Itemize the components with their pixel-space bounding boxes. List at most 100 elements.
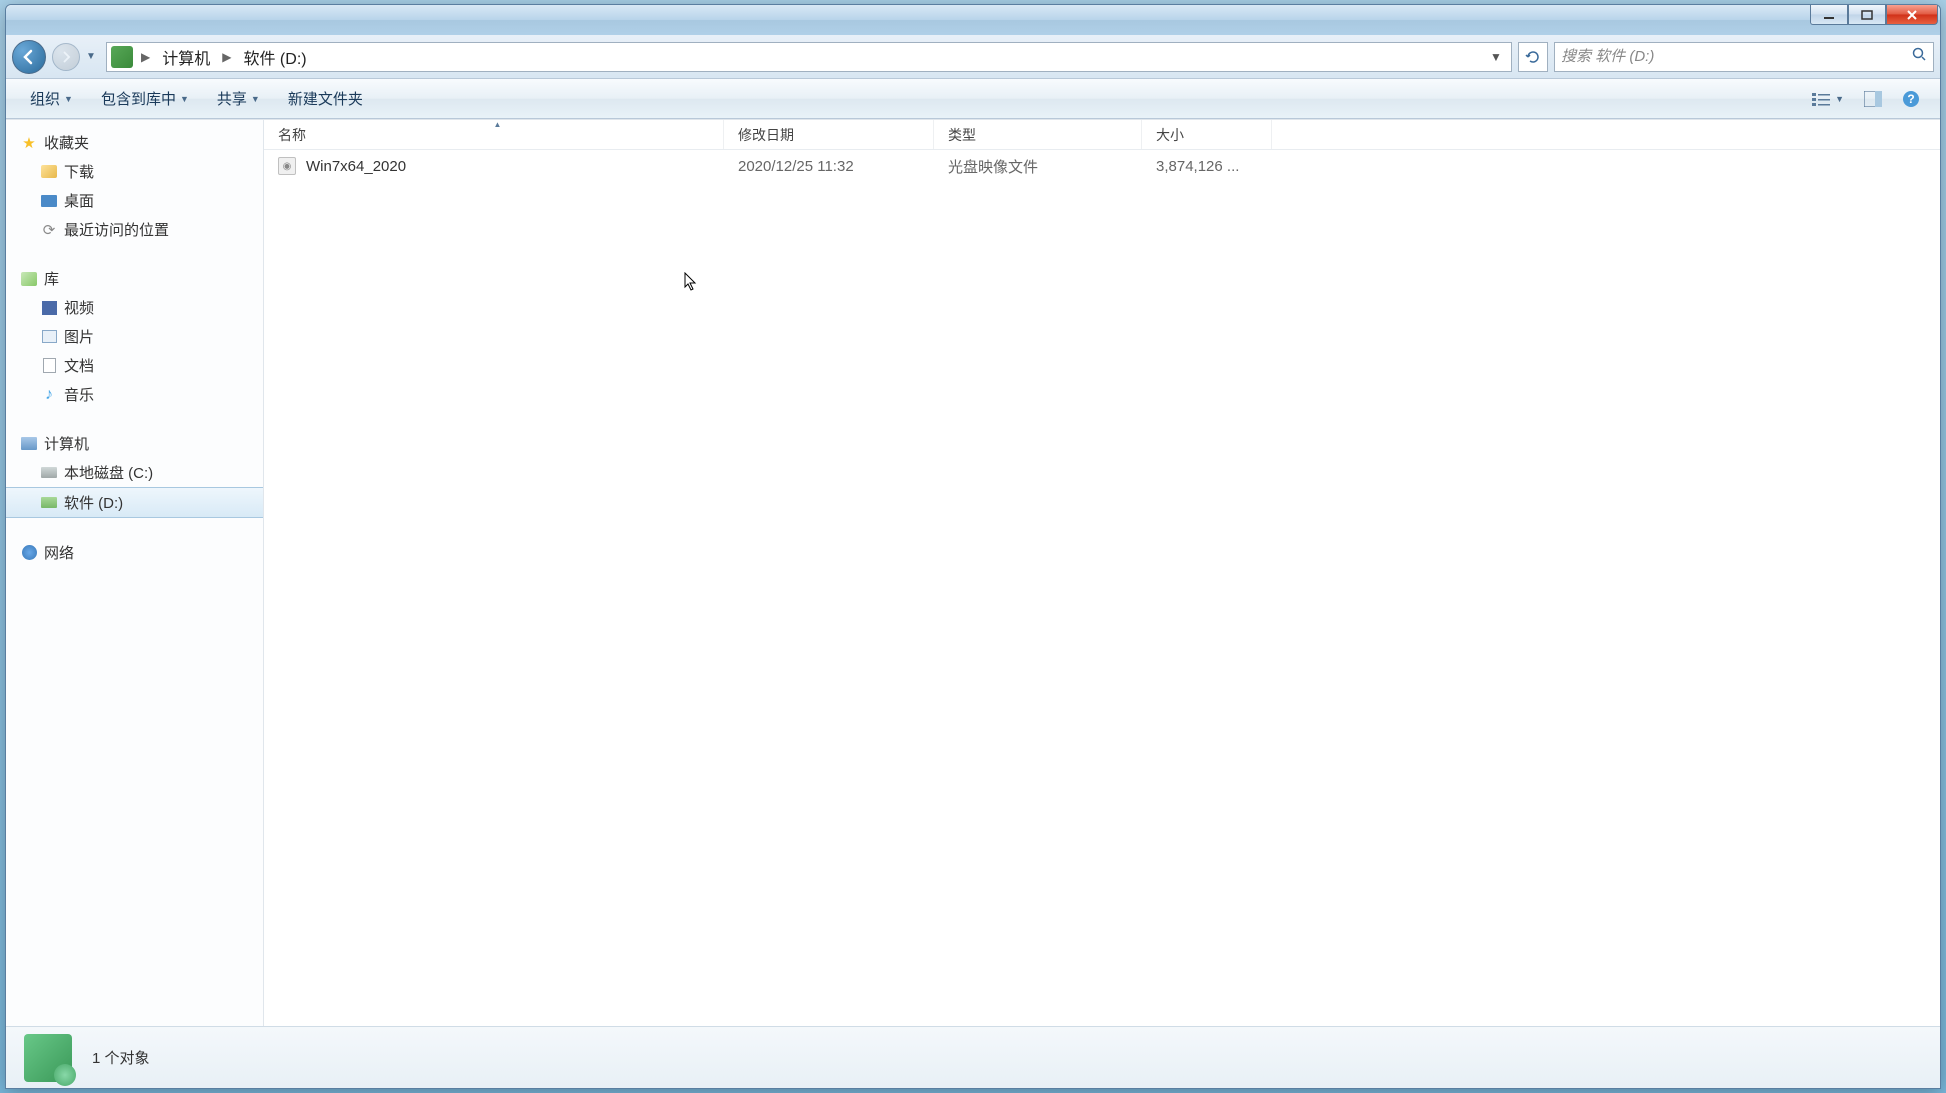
sidebar-item-desktop[interactable]: 桌面: [6, 186, 263, 215]
folder-icon: [40, 163, 58, 181]
sidebar-item-downloads[interactable]: 下载: [6, 157, 263, 186]
column-header-name[interactable]: 名称 ▲: [264, 120, 724, 149]
column-headers: 名称 ▲ 修改日期 类型 大小: [264, 120, 1940, 150]
preview-pane-icon: [1864, 91, 1882, 107]
sidebar-item-recent[interactable]: ⟳ 最近访问的位置: [6, 215, 263, 244]
sidebar-item-label: 网络: [44, 542, 74, 563]
chevron-down-icon: ▼: [251, 94, 260, 104]
search-box[interactable]: [1554, 42, 1934, 72]
include-in-library-button[interactable]: 包含到库中 ▼: [89, 84, 201, 113]
drive-icon: [111, 46, 133, 68]
sort-indicator-icon: ▲: [494, 120, 502, 129]
chevron-down-icon: ▼: [1835, 94, 1844, 104]
drive-icon: [40, 494, 58, 512]
breadcrumb-drive-d[interactable]: 软件 (D:): [235, 43, 314, 71]
column-label: 名称: [278, 125, 306, 145]
navigation-bar: ▼ ▶ 计算机 ▶ 软件 (D:) ▼: [6, 35, 1940, 79]
iso-file-icon: ◉: [278, 157, 296, 175]
music-icon: ♪: [40, 386, 58, 404]
status-item-count: 1 个对象: [92, 1047, 150, 1068]
libraries-icon: [20, 270, 38, 288]
file-date: 2020/12/25 11:32: [724, 158, 934, 175]
view-options-button[interactable]: ▼: [1804, 87, 1852, 111]
drive-large-icon: [24, 1034, 72, 1082]
address-bar[interactable]: ▶ 计算机 ▶ 软件 (D:) ▼: [106, 42, 1512, 72]
sidebar-item-label: 库: [44, 268, 59, 289]
back-button[interactable]: [12, 40, 46, 74]
forward-button[interactable]: [52, 43, 80, 71]
close-button[interactable]: [1886, 5, 1938, 25]
breadcrumb-computer[interactable]: 计算机: [154, 43, 218, 71]
sidebar-item-music[interactable]: ♪ 音乐: [6, 380, 263, 409]
include-label: 包含到库中: [101, 88, 176, 109]
refresh-button[interactable]: [1518, 42, 1548, 72]
sidebar-item-label: 图片: [64, 326, 94, 347]
document-icon: [40, 357, 58, 375]
breadcrumb-root-chevron[interactable]: ▶: [137, 50, 154, 64]
sidebar-item-label: 软件 (D:): [64, 492, 123, 513]
address-dropdown[interactable]: ▼: [1485, 50, 1507, 64]
share-label: 共享: [217, 88, 247, 109]
file-name: Win7x64_2020: [306, 158, 406, 175]
column-label: 大小: [1156, 125, 1184, 145]
new-folder-button[interactable]: 新建文件夹: [276, 84, 375, 113]
titlebar[interactable]: [6, 5, 1940, 35]
file-list-area: 名称 ▲ 修改日期 类型 大小 ◉ Win7x64_2020: [264, 120, 1940, 1026]
sidebar-item-drive-c[interactable]: 本地磁盘 (C:): [6, 458, 263, 487]
maximize-button[interactable]: [1848, 5, 1886, 25]
svg-text:?: ?: [1907, 92, 1914, 106]
file-size: 3,874,126 ...: [1142, 158, 1272, 175]
explorer-window: ▼ ▶ 计算机 ▶ 软件 (D:) ▼ 组织 ▼ 包含到库中 ▼: [5, 4, 1941, 1089]
navigation-pane: ★ 收藏夹 下载 桌面 ⟳ 最近访问的位置: [6, 120, 264, 1026]
sidebar-item-label: 视频: [64, 297, 94, 318]
sidebar-item-label: 文档: [64, 355, 94, 376]
desktop-icon: [40, 192, 58, 210]
breadcrumb-chevron-1[interactable]: ▶: [218, 50, 235, 64]
sidebar-item-documents[interactable]: 文档: [6, 351, 263, 380]
sidebar-item-label: 本地磁盘 (C:): [64, 462, 153, 483]
column-label: 类型: [948, 125, 976, 145]
sidebar-item-drive-d[interactable]: 软件 (D:): [6, 487, 263, 518]
sidebar-network[interactable]: 网络: [6, 538, 263, 567]
column-header-size[interactable]: 大小: [1142, 120, 1272, 149]
video-icon: [40, 299, 58, 317]
sidebar-libraries[interactable]: 库: [6, 264, 263, 293]
sidebar-item-label: 桌面: [64, 190, 94, 211]
sidebar-favorites[interactable]: ★ 收藏夹: [6, 128, 263, 157]
help-icon: ?: [1902, 90, 1920, 108]
minimize-button[interactable]: [1810, 5, 1848, 25]
recent-icon: ⟳: [40, 221, 58, 239]
file-type: 光盘映像文件: [934, 156, 1142, 177]
history-dropdown[interactable]: ▼: [86, 51, 100, 62]
sidebar-item-label: 最近访问的位置: [64, 219, 169, 240]
column-header-type[interactable]: 类型: [934, 120, 1142, 149]
details-pane: 1 个对象: [6, 1026, 1940, 1088]
file-row[interactable]: ◉ Win7x64_2020 2020/12/25 11:32 光盘映像文件 3…: [264, 150, 1940, 182]
drive-icon: [40, 464, 58, 482]
sidebar-item-label: 计算机: [44, 433, 89, 454]
computer-icon: [20, 435, 38, 453]
list-view-icon: [1812, 91, 1832, 107]
sidebar-item-pictures[interactable]: 图片: [6, 322, 263, 351]
organize-button[interactable]: 组织 ▼: [18, 84, 85, 113]
organize-label: 组织: [30, 88, 60, 109]
share-button[interactable]: 共享 ▼: [205, 84, 272, 113]
search-input[interactable]: [1561, 48, 1911, 65]
sidebar-computer[interactable]: 计算机: [6, 429, 263, 458]
column-label: 修改日期: [738, 125, 794, 145]
chevron-down-icon: ▼: [64, 94, 73, 104]
search-icon[interactable]: [1911, 46, 1927, 67]
sidebar-item-label: 下载: [64, 161, 94, 182]
new-folder-label: 新建文件夹: [288, 88, 363, 109]
sidebar-item-label: 音乐: [64, 384, 94, 405]
star-icon: ★: [20, 134, 38, 152]
chevron-down-icon: ▼: [180, 94, 189, 104]
sidebar-item-video[interactable]: 视频: [6, 293, 263, 322]
network-icon: [20, 544, 38, 562]
help-button[interactable]: ?: [1894, 86, 1928, 112]
command-bar: 组织 ▼ 包含到库中 ▼ 共享 ▼ 新建文件夹 ▼: [6, 79, 1940, 119]
sidebar-item-label: 收藏夹: [44, 132, 89, 153]
preview-pane-button[interactable]: [1856, 87, 1890, 111]
picture-icon: [40, 328, 58, 346]
column-header-date[interactable]: 修改日期: [724, 120, 934, 149]
